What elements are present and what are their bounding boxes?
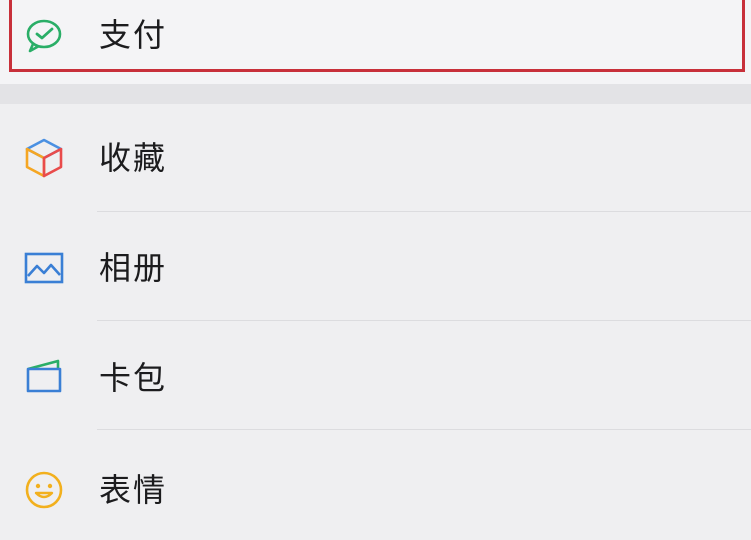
menu-label-stickers: 表情: [99, 471, 168, 509]
menu-item-cards[interactable]: 卡包: [0, 321, 751, 431]
wechat-pay-icon: [22, 14, 66, 58]
cube-icon: [22, 136, 66, 180]
menu-item-stickers[interactable]: 表情: [0, 430, 751, 540]
menu-item-album[interactable]: 相册: [0, 212, 751, 322]
menu-list: 收藏 相册 卡包 表情: [0, 104, 751, 509]
menu-item-pay[interactable]: 支付: [0, 0, 751, 72]
menu-label-cards: 卡包: [99, 359, 168, 397]
pay-section: 支付: [0, 0, 751, 84]
section-separator: [0, 84, 751, 104]
menu-label-album: 相册: [99, 249, 168, 287]
photo-icon: [22, 246, 66, 290]
menu-label-favorites: 收藏: [99, 139, 168, 177]
card-wallet-icon: [22, 355, 66, 399]
smiley-icon: [22, 468, 66, 512]
menu-label-pay: 支付: [99, 16, 168, 54]
menu-item-favorites[interactable]: 收藏: [0, 104, 751, 214]
